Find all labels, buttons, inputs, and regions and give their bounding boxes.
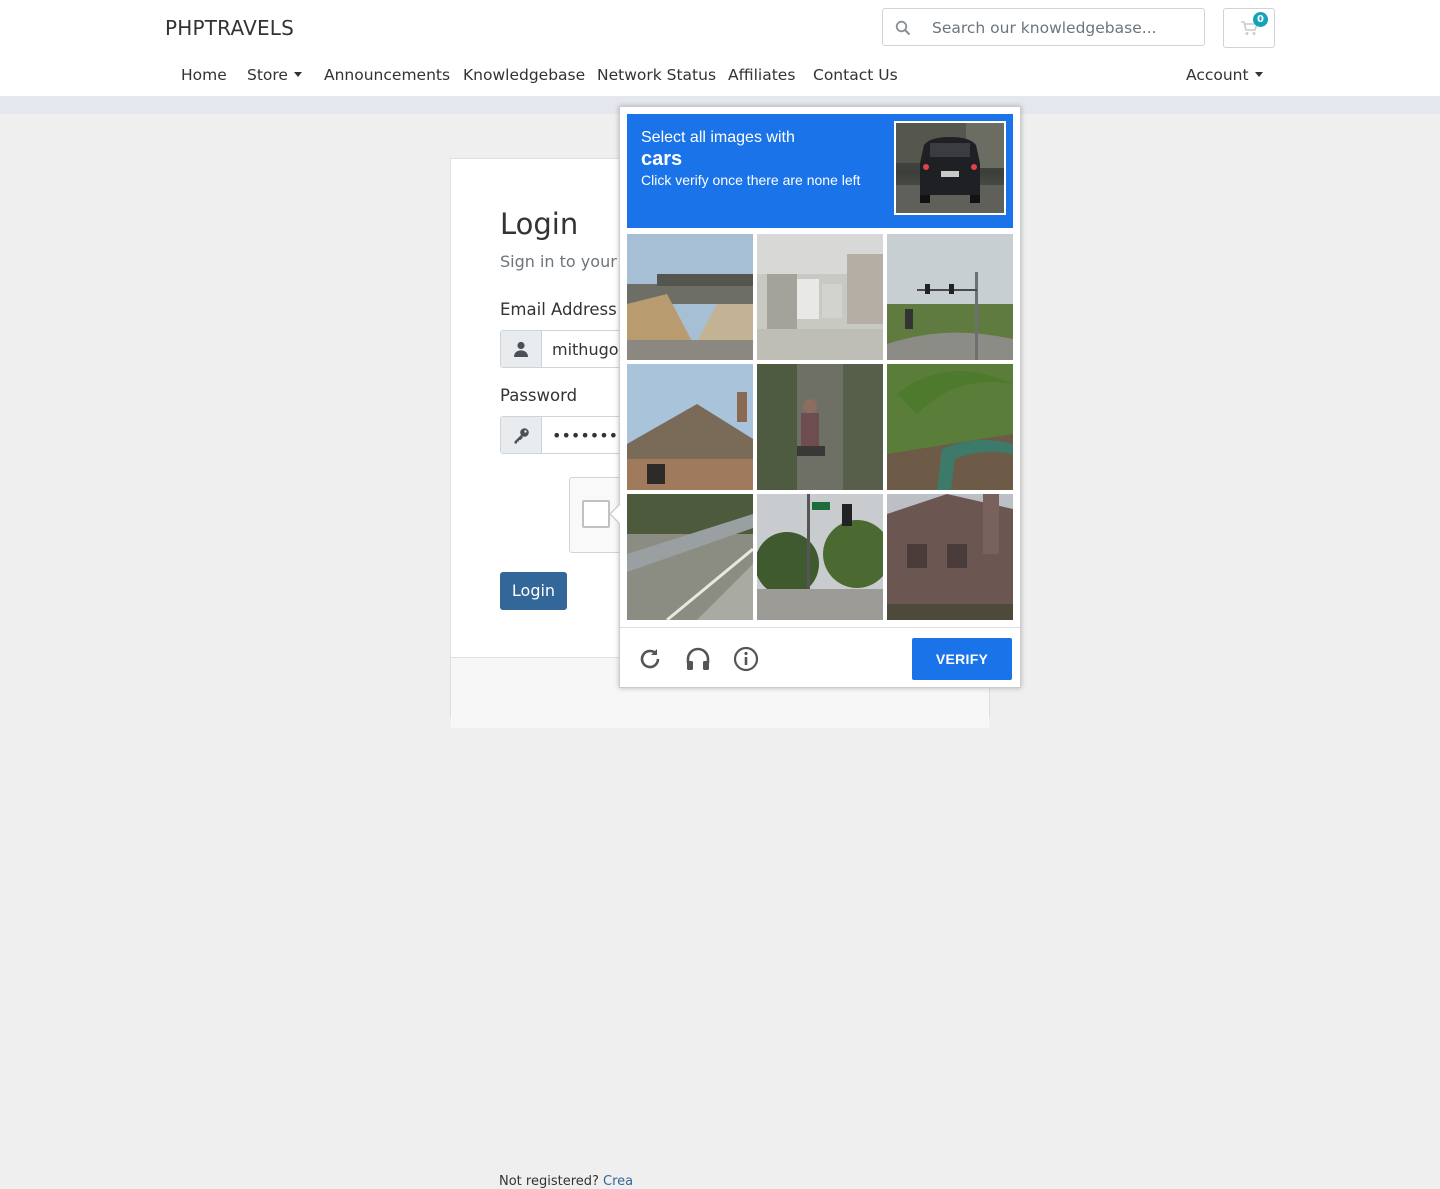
- captcha-tile-1[interactable]: [627, 234, 753, 360]
- knowledgebase-search-input[interactable]: Search our knowledgebase...: [882, 8, 1205, 46]
- nav-store[interactable]: Store: [247, 66, 302, 84]
- captcha-tile-4[interactable]: [627, 364, 753, 490]
- password-addon: [501, 417, 542, 453]
- instruction-target: cars: [641, 148, 683, 170]
- tile-image: [757, 234, 883, 360]
- nav-store-label: Store: [247, 66, 288, 84]
- nav-contact-us[interactable]: Contact Us: [813, 66, 898, 84]
- captcha-tile-8[interactable]: [757, 494, 883, 620]
- page-title: Login: [500, 207, 579, 241]
- chevron-down-icon: [293, 72, 302, 77]
- user-icon: [514, 341, 528, 357]
- login-subtitle: Sign in to your a: [500, 252, 632, 271]
- tile-image: [757, 494, 883, 620]
- nav-account[interactable]: Account: [1186, 66, 1263, 84]
- verify-button[interactable]: VERIFY: [912, 638, 1012, 680]
- captcha-tile-3[interactable]: [887, 234, 1013, 360]
- nav-account-label: Account: [1186, 66, 1249, 84]
- search-placeholder: Search our knowledgebase...: [932, 19, 1157, 37]
- top-header: PHPTRAVELS Search our knowledgebase... 0…: [0, 0, 1440, 96]
- password-label: Password: [500, 386, 578, 405]
- sample-car-image: [894, 121, 1006, 215]
- recaptcha-challenge-popup: Select all images with cars Click verify…: [609, 106, 1021, 688]
- captcha-tile-7[interactable]: [627, 494, 753, 620]
- instruction-line-3: Click verify once there are none left: [641, 172, 861, 188]
- create-account-link[interactable]: Crea: [603, 1174, 633, 1189]
- nav-announcements[interactable]: Announcements: [324, 66, 450, 84]
- challenge-controls: VERIFY: [620, 627, 1020, 688]
- cart-count-badge: 0: [1253, 12, 1268, 27]
- register-prompt-text: Not registered?: [499, 1174, 599, 1189]
- nav-home[interactable]: Home: [181, 66, 227, 84]
- tile-image: [757, 364, 883, 490]
- brand-logo[interactable]: PHPTRAVELS: [165, 16, 294, 40]
- email-value: mithugop: [552, 340, 629, 359]
- reload-icon[interactable]: [637, 646, 663, 672]
- captcha-tile-9[interactable]: [887, 494, 1013, 620]
- captcha-tile-2[interactable]: [757, 234, 883, 360]
- nav-network-status[interactable]: Network Status: [597, 66, 716, 84]
- email-addon: [501, 331, 542, 367]
- captcha-tile-5[interactable]: [757, 364, 883, 490]
- tile-image: [887, 364, 1013, 490]
- tile-image: [887, 494, 1013, 620]
- tile-image: [627, 364, 753, 490]
- info-icon[interactable]: [733, 646, 759, 672]
- login-button[interactable]: Login: [500, 572, 567, 610]
- register-prompt: Not registered? Crea: [499, 1174, 633, 1189]
- email-label: Email Address: [500, 300, 617, 319]
- nav-knowledgebase[interactable]: Knowledgebase: [463, 66, 585, 84]
- nav-affiliates[interactable]: Affiliates: [728, 66, 795, 84]
- chevron-down-icon: [1254, 72, 1263, 77]
- captcha-tile-6[interactable]: [887, 364, 1013, 490]
- challenge-instructions: Select all images with cars Click verify…: [627, 114, 1013, 228]
- audio-icon[interactable]: [685, 646, 711, 672]
- tile-image: [627, 234, 753, 360]
- tile-image: [627, 494, 753, 620]
- instruction-line-1: Select all images with: [641, 129, 795, 146]
- search-icon: [895, 20, 911, 36]
- recaptcha-checkbox[interactable]: [582, 500, 610, 528]
- key-icon: [514, 428, 529, 444]
- popup-pointer-inner: [611, 504, 621, 524]
- tile-image: [887, 234, 1013, 360]
- car-silhouette: [896, 123, 1004, 213]
- cart-button[interactable]: 0: [1223, 8, 1275, 48]
